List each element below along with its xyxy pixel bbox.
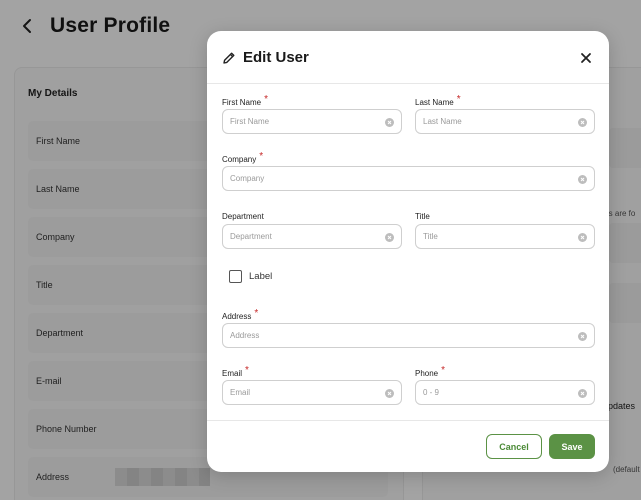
title-label: Title (415, 212, 430, 221)
first-name-field (222, 109, 402, 134)
clear-icon[interactable] (385, 233, 394, 242)
department-field (222, 224, 402, 249)
clear-icon[interactable] (578, 332, 587, 341)
required-mark: * (254, 308, 259, 319)
required-mark: * (259, 151, 264, 162)
clear-icon[interactable] (578, 175, 587, 184)
cancel-button[interactable]: Cancel (486, 434, 542, 459)
clear-icon[interactable] (385, 389, 394, 398)
dialog-header: Edit User (207, 31, 609, 84)
department-label: Department (222, 212, 264, 221)
last-name-input[interactable] (416, 110, 594, 133)
checkbox-label: Label (249, 271, 273, 282)
phone-field (415, 380, 595, 405)
label-checkbox[interactable] (229, 270, 242, 283)
edit-user-dialog: Edit User First Name* Last Name* Company… (207, 31, 609, 472)
phone-input[interactable] (416, 381, 594, 404)
last-name-label: Last Name * (415, 94, 461, 107)
last-name-field (415, 109, 595, 134)
dialog-footer: Cancel Save (207, 420, 609, 472)
company-input[interactable] (223, 167, 594, 190)
required-mark: * (264, 94, 269, 105)
required-mark: * (456, 94, 461, 105)
clear-icon[interactable] (385, 118, 394, 127)
company-field (222, 166, 595, 191)
email-field (222, 380, 402, 405)
required-mark: * (245, 365, 249, 376)
address-field (222, 323, 595, 348)
department-input[interactable] (223, 225, 401, 248)
company-label: Company * (222, 151, 264, 164)
address-input[interactable] (223, 324, 594, 347)
save-button[interactable]: Save (549, 434, 595, 459)
title-input[interactable] (416, 225, 594, 248)
email-input[interactable] (223, 381, 401, 404)
required-mark: * (441, 365, 446, 376)
title-field (415, 224, 595, 249)
dialog-title: Edit User (243, 49, 309, 66)
clear-icon[interactable] (578, 233, 587, 242)
address-label: Address * (222, 308, 259, 321)
close-icon[interactable] (579, 51, 593, 65)
pencil-icon (222, 51, 236, 65)
phone-label: Phone * (415, 365, 446, 378)
clear-icon[interactable] (578, 118, 587, 127)
email-label: Email * (222, 365, 249, 378)
first-name-label: First Name * (222, 94, 269, 107)
first-name-input[interactable] (223, 110, 401, 133)
clear-icon[interactable] (578, 389, 587, 398)
